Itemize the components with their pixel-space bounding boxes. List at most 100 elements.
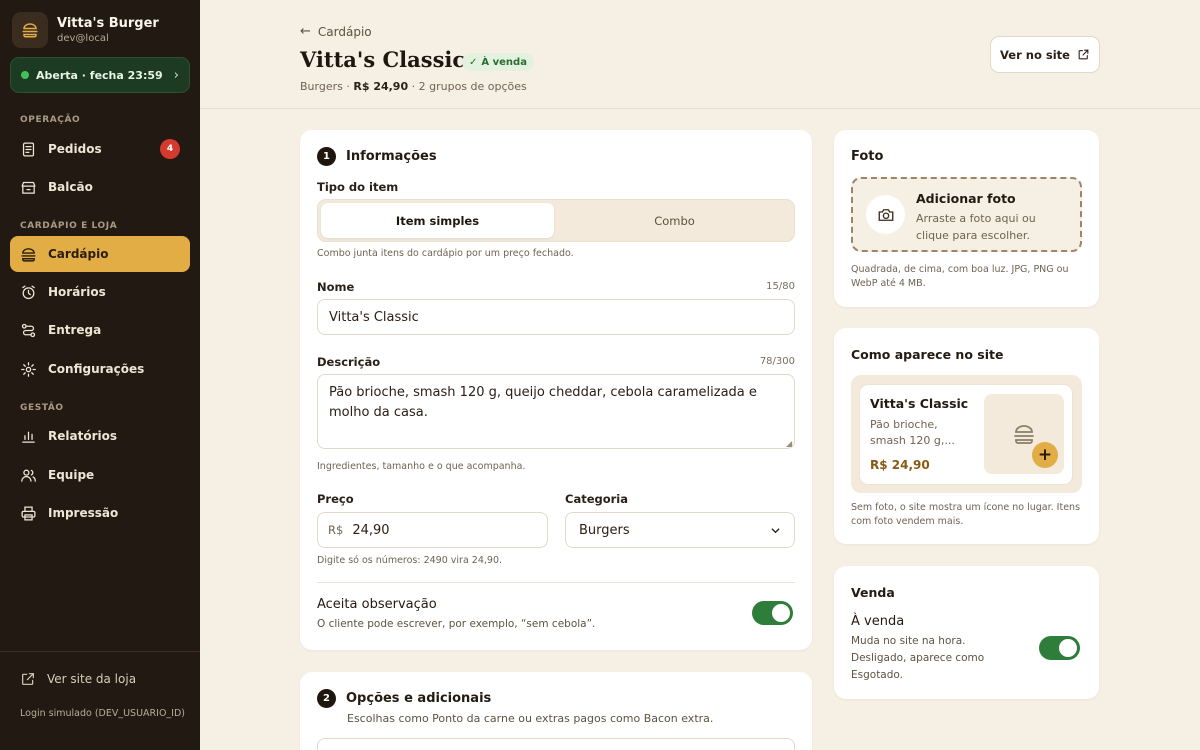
- photo-card-title: Foto: [851, 149, 884, 164]
- on-sale-hint: Muda no site na hora. Desligado, aparece…: [851, 635, 985, 681]
- view-store-site-link[interactable]: Ver site da loja: [20, 671, 136, 687]
- options-card-header: 2 Opções e adicionais: [317, 689, 491, 708]
- category-label: Categoria: [565, 492, 629, 506]
- description-counter: 78/300: [759, 356, 795, 367]
- view-on-site-label: Ver no site: [1000, 47, 1070, 62]
- view-store-site-label: Ver site da loja: [47, 672, 137, 686]
- item-meta: Burgers · R$ 24,90 · 2 grupos de opções: [300, 80, 527, 93]
- item-type-label: Tipo do item: [317, 180, 399, 194]
- name-input[interactable]: Vitta's Classic: [317, 299, 795, 335]
- chevron-right-icon: ›: [173, 67, 179, 83]
- preview-item-price: R$ 24,90: [870, 458, 930, 472]
- sidebar-item-equipe[interactable]: Equipe: [10, 457, 190, 493]
- view-on-site-button[interactable]: Ver no site: [990, 36, 1100, 73]
- route-icon: [21, 323, 36, 337]
- info-card-header: 1 Informações: [317, 147, 437, 166]
- price-value: 24,90: [352, 522, 390, 538]
- option-group-field[interactable]: [317, 738, 795, 750]
- add-photo-hint: Arraste a foto aqui ou clique para escol…: [916, 212, 1036, 242]
- options-card-title: Opções e adicionais: [346, 691, 492, 706]
- receipt-icon: [22, 141, 35, 157]
- brand[interactable]: Vitta's Burger dev@local: [12, 12, 159, 48]
- sidebar-divider: [0, 651, 200, 652]
- sale-card-title: Venda: [851, 585, 895, 600]
- brand-name: Vitta's Burger: [57, 15, 159, 31]
- burger-logo-icon: [12, 12, 48, 48]
- section-divider: [317, 582, 795, 583]
- store-status-button[interactable]: Aberta · fecha 23:59 ›: [10, 57, 190, 93]
- sale-card: Venda À venda Muda no site na hora. Desl…: [834, 566, 1099, 699]
- status-badge: ✓ À venda: [462, 53, 534, 71]
- sidebar-item-pedidos[interactable]: Pedidos 4: [10, 131, 190, 167]
- preview-note: Sem foto, o site mostra um ícone no luga…: [851, 502, 1081, 527]
- currency-prefix: R$: [328, 523, 344, 537]
- arrow-left-icon: ←: [300, 24, 311, 39]
- sidebar-item-label: Horários: [48, 285, 106, 299]
- nav-section-cardapio: CARDÁPIO E LOJA: [20, 221, 118, 231]
- preview-card-title: Como aparece no site: [851, 347, 1004, 362]
- item-type-simple-option[interactable]: Item simples: [321, 203, 554, 238]
- external-link-icon: [1078, 49, 1089, 60]
- item-type-toggle: Item simples Combo: [317, 199, 795, 242]
- on-sale-label: À venda: [851, 614, 905, 629]
- item-type-combo-option[interactable]: Combo: [558, 203, 791, 238]
- price-label: Preço: [317, 492, 354, 506]
- description-textarea[interactable]: Pão brioche, smash 120 g, queijo cheddar…: [317, 374, 795, 449]
- printer-icon: [21, 505, 36, 521]
- sidebar-item-configuracoes[interactable]: Configurações: [10, 351, 190, 387]
- name-counter: 15/80: [766, 281, 795, 292]
- sidebar-item-impressao[interactable]: Impressão: [10, 495, 190, 531]
- resize-handle-icon[interactable]: ◢: [786, 439, 792, 448]
- sidebar: Vitta's Burger dev@local Aberta · fecha …: [0, 0, 200, 750]
- name-label: Nome: [317, 280, 355, 294]
- burger-icon: [21, 247, 36, 262]
- back-to-menu-link[interactable]: ← Cardápio: [300, 24, 372, 39]
- description-hint: Ingredientes, tamanho e o que acompanha.: [317, 461, 526, 472]
- sidebar-item-label: Equipe: [48, 468, 95, 482]
- preview-item-desc: Pão brioche, smash 120 g,...: [870, 418, 955, 447]
- sidebar-item-label: Pedidos: [48, 142, 102, 156]
- sidebar-item-relatorios[interactable]: Relatórios: [10, 418, 190, 454]
- info-card-title: Informações: [346, 149, 437, 164]
- sidebar-item-entrega[interactable]: Entrega: [10, 312, 190, 348]
- sidebar-item-label: Cardápio: [48, 247, 109, 261]
- on-sale-toggle[interactable]: [1039, 636, 1080, 660]
- chevron-down-icon: [771, 527, 780, 533]
- accept-notes-toggle[interactable]: [752, 601, 793, 625]
- check-icon: ✓: [469, 56, 478, 68]
- step-number: 1: [317, 147, 336, 166]
- meta-groups: 2 grupos de opções: [418, 80, 527, 93]
- options-card-subtitle: Escolhas como Ponto da carne ou extras p…: [347, 712, 714, 725]
- info-card: 1 Informações Tipo do item Item simples …: [300, 130, 812, 650]
- orders-count-badge: 4: [160, 139, 180, 159]
- preview-card: Como aparece no site Vitta's Classic Pão…: [834, 328, 1099, 544]
- options-card: 2 Opções e adicionais Escolhas como Pont…: [300, 672, 812, 750]
- page-header: ← Cardápio Vitta's Classic ✓ À venda Bur…: [200, 0, 1200, 109]
- alarm-clock-icon: [22, 284, 35, 299]
- sidebar-item-label: Impressão: [48, 506, 119, 520]
- brand-user: dev@local: [57, 32, 109, 44]
- photo-dropzone[interactable]: Adicionar foto Arraste a foto aqui ou cl…: [851, 177, 1082, 252]
- accept-notes-title: Aceita observação: [317, 597, 437, 612]
- store-status-label: Aberta · fecha 23:59: [36, 68, 163, 82]
- add-to-cart-plus-icon[interactable]: +: [1032, 442, 1058, 468]
- accept-notes-hint: O cliente pode escrever, por exemplo, “s…: [317, 618, 596, 630]
- category-value: Burgers: [579, 522, 630, 538]
- preview-item-name: Vitta's Classic: [870, 396, 969, 411]
- store-counter-icon: [21, 181, 36, 194]
- category-select[interactable]: Burgers: [565, 512, 795, 548]
- meta-category: Burgers: [300, 80, 343, 93]
- preview-item-card[interactable]: Vitta's Classic Pão brioche, smash 120 g…: [859, 384, 1073, 485]
- price-input[interactable]: R$ 24,90: [317, 512, 548, 548]
- step-number: 2: [317, 689, 336, 708]
- sidebar-item-balcao[interactable]: Balcão: [10, 169, 190, 205]
- photo-note: Quadrada, de cima, com boa luz. JPG, PNG…: [851, 264, 1069, 289]
- meta-price: R$ 24,90: [353, 80, 409, 93]
- add-photo-title: Adicionar foto: [916, 191, 1016, 206]
- item-type-hint: Combo junta itens do cardápio por um pre…: [317, 248, 574, 259]
- sidebar-item-label: Balcão: [48, 180, 93, 194]
- camera-icon: [866, 195, 905, 234]
- gear-icon: [21, 361, 36, 377]
- sidebar-item-horarios[interactable]: Horários: [10, 274, 190, 310]
- sidebar-item-cardapio[interactable]: Cardápio: [10, 236, 190, 272]
